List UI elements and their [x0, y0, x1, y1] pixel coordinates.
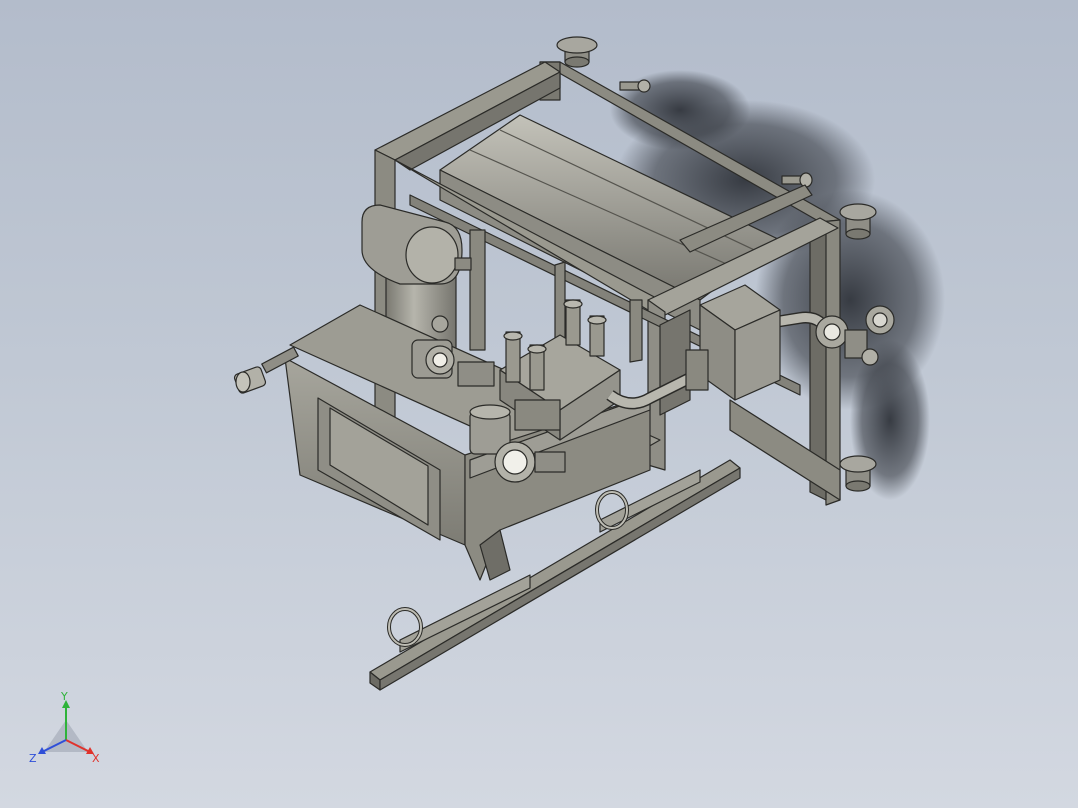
z-axis-label: Z	[29, 752, 37, 765]
leveling-foot-top	[556, 36, 598, 68]
x-axis-label: X	[92, 752, 100, 765]
orientation-triad[interactable]: Y X Z	[26, 692, 106, 772]
y-axis-label: Y	[60, 692, 68, 703]
graphics-viewport[interactable]: Y X Z	[0, 0, 1078, 808]
leveling-foot-bottom	[839, 455, 877, 492]
cad-model[interactable]	[0, 0, 1078, 808]
leveling-foot-right	[839, 203, 877, 240]
